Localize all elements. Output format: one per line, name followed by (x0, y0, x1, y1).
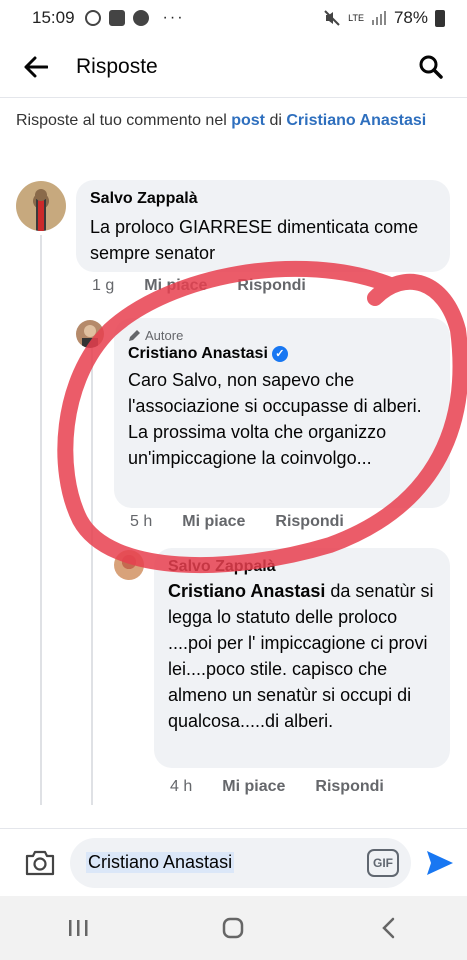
reply-context: Risposte al tuo commento nel post di Cri… (16, 112, 427, 129)
avatar[interactable] (16, 181, 66, 231)
comment-actions: 1 g Mi piace Rispondi (92, 277, 306, 295)
page-title: Risposte (76, 54, 158, 78)
avatar[interactable] (76, 320, 104, 348)
reply-button[interactable]: Rispondi (275, 513, 343, 531)
gif-button[interactable]: GIF (367, 848, 399, 877)
app-bar: Risposte (0, 36, 467, 98)
notification-icons: ··· (84, 9, 185, 27)
post-author-link[interactable]: Cristiano Anastasi (286, 112, 426, 129)
comment-bubble[interactable]: Autore Cristiano Anastasi ✓ Caro Salvo, n… (114, 318, 450, 508)
facebook-icon (132, 10, 149, 26)
like-button[interactable]: Mi piace (182, 513, 245, 531)
comment-time[interactable]: 4 h (170, 778, 192, 796)
camera-icon[interactable] (24, 846, 56, 880)
comment-author[interactable]: Cristiano Anastasi ✓ (128, 345, 436, 363)
system-nav-bar (0, 896, 467, 960)
author-badge: Autore (128, 328, 436, 343)
home-icon[interactable] (203, 908, 263, 948)
post-link[interactable]: post (231, 112, 265, 129)
comment-text: Cristiano Anastasi da senatùr si legga l… (168, 581, 434, 731)
signal-icon (371, 11, 386, 25)
search-icon[interactable] (413, 49, 449, 85)
comment-time[interactable]: 5 h (130, 513, 152, 531)
whatsapp-icon (84, 10, 101, 26)
comment-bubble[interactable]: Salvo Zappalà La proloco GIARRESE diment… (76, 180, 450, 272)
battery-icon (435, 9, 445, 27)
network-type: LTE (348, 12, 364, 23)
comment-text: Caro Salvo, non sapevo che l'associazion… (128, 370, 422, 468)
recent-apps-icon[interactable] (48, 908, 108, 948)
comment-text: La proloco GIARRESE dimenticata come sem… (90, 217, 419, 263)
back-arrow-icon[interactable] (18, 49, 54, 85)
battery-level: 78% (393, 8, 428, 27)
reply-button[interactable]: Rispondi (237, 277, 305, 295)
like-button[interactable]: Mi piace (222, 778, 285, 796)
reply-input-value[interactable]: Cristiano Anastasi (86, 852, 235, 873)
thread-line-nested (91, 345, 93, 805)
reply-button[interactable]: Rispondi (315, 778, 383, 796)
avatar[interactable] (114, 550, 144, 580)
pencil-icon (129, 330, 140, 341)
back-icon[interactable] (359, 908, 419, 948)
mute-icon (324, 10, 340, 26)
comment-composer: Cristiano Anastasi GIF (0, 828, 467, 896)
comment-time[interactable]: 1 g (92, 277, 114, 295)
status-bar: 15:09 ··· LTE 78% (0, 0, 467, 36)
comment-bubble[interactable]: Salvo Zappalà Cristiano Anastasi da sena… (154, 548, 450, 768)
status-time: 15:09 (32, 8, 75, 27)
thread-line (40, 235, 42, 805)
comment-author[interactable]: Salvo Zappalà (90, 190, 436, 208)
like-button[interactable]: Mi piace (144, 277, 207, 295)
more-notifications-icon: ··· (162, 9, 185, 26)
mention-link[interactable]: Cristiano Anastasi (168, 581, 325, 601)
mail-icon (108, 10, 125, 26)
comment-author[interactable]: Salvo Zappalà (168, 558, 436, 576)
comment-actions: 5 h Mi piace Rispondi (130, 513, 344, 531)
send-icon[interactable] (425, 848, 455, 878)
status-right: LTE 78% (323, 8, 445, 28)
reply-input[interactable]: Cristiano Anastasi GIF (70, 837, 411, 888)
verified-icon: ✓ (271, 345, 288, 362)
comment-actions: 4 h Mi piace Rispondi (170, 778, 384, 796)
